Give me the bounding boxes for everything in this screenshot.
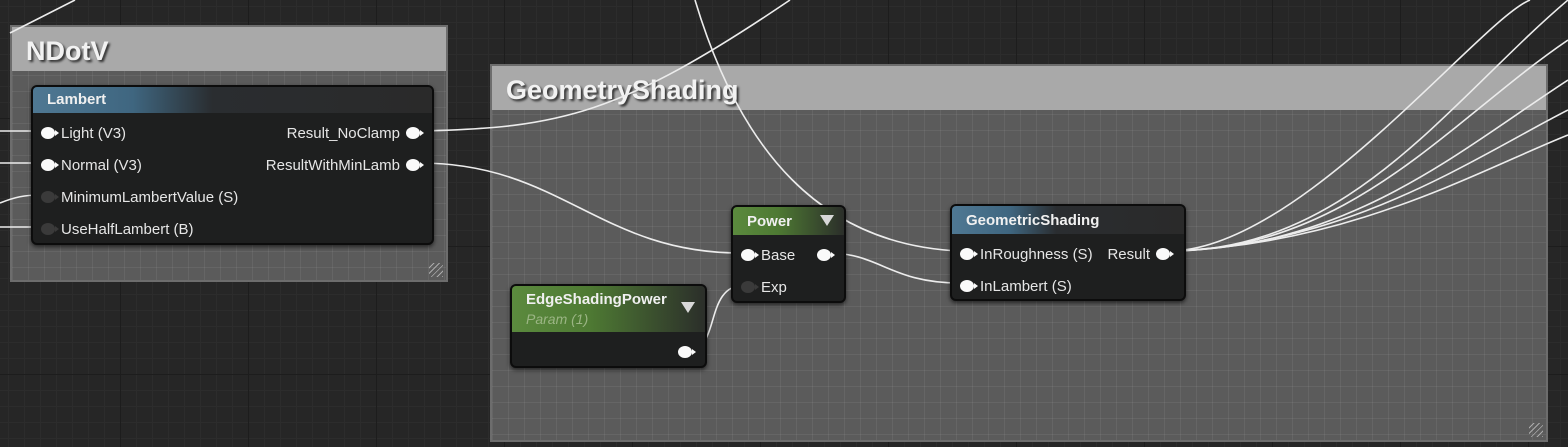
wire [9, 0, 76, 34]
pin-label: Normal (V3) [61, 156, 142, 174]
wire [1169, 39, 1568, 252]
pin-light[interactable]: Light (V3) [41, 123, 126, 143]
node-title: Lambert [33, 87, 432, 113]
pin-inlambert[interactable]: InLambert (S) [960, 276, 1072, 296]
collapse-arrow-icon[interactable] [820, 215, 834, 226]
node-title: EdgeShadingPower [526, 291, 667, 308]
wire [419, 162, 741, 254]
pin-label: ResultWithMinLamb [265, 156, 400, 174]
pin-label: Light (V3) [61, 124, 127, 142]
geometricshading-node[interactable]: GeometricShading InRoughness (S) Result … [950, 204, 1186, 301]
pin-min-lambert[interactable]: MinimumLambertValue (S) [41, 187, 238, 207]
pin-normal[interactable]: Normal (V3) [41, 155, 142, 175]
lambert-node[interactable]: Lambert Light (V3) Normal (V3) MinimumLa… [31, 85, 434, 245]
wire [1169, 134, 1568, 252]
pin-icon[interactable] [41, 223, 59, 235]
wire [1169, 0, 1568, 252]
pin-icon[interactable] [741, 281, 759, 293]
collapse-arrow-icon[interactable] [681, 302, 695, 313]
pin-result-noclamp[interactable]: Result_NoClamp [286, 123, 424, 143]
pin-label: InLambert (S) [980, 277, 1072, 295]
power-node[interactable]: Power Base Exp [731, 205, 846, 303]
node-header: EdgeShadingPower Param (1) [512, 286, 705, 332]
pin-icon[interactable] [41, 127, 59, 139]
pin-label: Exp [761, 278, 787, 296]
node-subtitle: Param (1) [526, 311, 589, 327]
pin-label: Result_NoClamp [286, 124, 400, 142]
pin-label: InRoughness (S) [980, 245, 1093, 263]
pin-label: Base [761, 246, 796, 264]
pin-base[interactable]: Base [741, 245, 795, 265]
pin-icon[interactable] [741, 249, 759, 261]
pin-icon[interactable] [960, 248, 978, 260]
wire [1169, 79, 1568, 252]
pin-label: UseHalfLambert (B) [61, 220, 194, 238]
pin-half-lambert[interactable]: UseHalfLambert (B) [41, 219, 194, 239]
pin-result-minlamb[interactable]: ResultWithMinLamb [265, 155, 424, 175]
pin-icon[interactable] [41, 159, 59, 171]
node-title: GeometricShading [952, 206, 1184, 234]
edgeshadingpower-node[interactable]: EdgeShadingPower Param (1) [510, 284, 707, 368]
pin-label: Result [1107, 245, 1150, 263]
wire [827, 252, 961, 284]
wire [419, 0, 791, 132]
pin-icon[interactable] [406, 159, 424, 171]
pin-param-output[interactable] [678, 346, 696, 358]
pin-icon[interactable] [960, 280, 978, 292]
pin-icon[interactable] [1156, 248, 1174, 260]
pin-power-output[interactable] [817, 249, 835, 261]
pin-icon[interactable] [406, 127, 424, 139]
pin-inroughness[interactable]: InRoughness (S) [960, 244, 1093, 264]
pin-label: MinimumLambertValue (S) [61, 188, 239, 206]
pin-exp[interactable]: Exp [741, 277, 787, 297]
pin-icon[interactable] [41, 191, 59, 203]
pin-result[interactable]: Result [1107, 244, 1174, 264]
